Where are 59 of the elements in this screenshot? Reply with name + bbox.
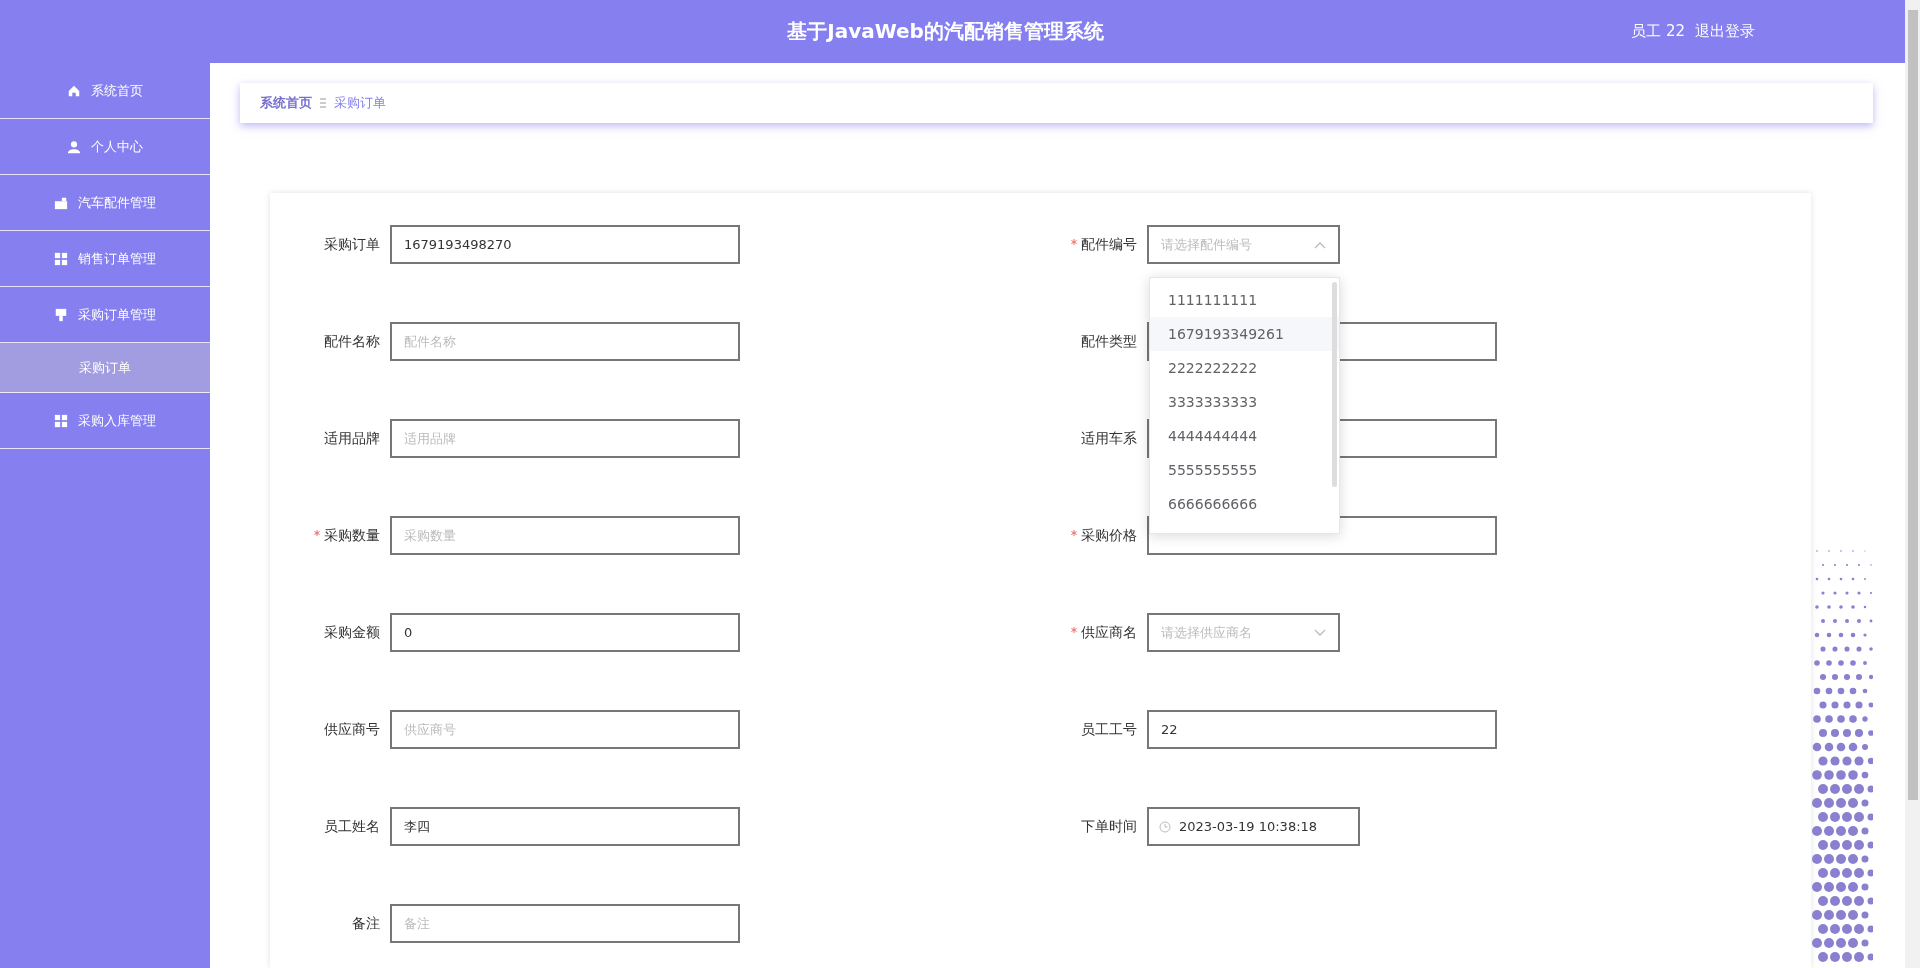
dropdown-option[interactable]: 5555555555 — [1150, 453, 1339, 487]
breadcrumb-link[interactable]: 系统首页 — [260, 94, 312, 112]
app-title: 基于JavaWeb的汽配销售管理系统 — [786, 18, 1105, 45]
dropdown-option[interactable]: 2222222222 — [1150, 351, 1339, 385]
separator-icon — [320, 98, 326, 108]
field-label: 配件类型 — [1080, 332, 1138, 351]
scrollbar[interactable] — [1332, 282, 1337, 487]
dropdown-option[interactable]: 6666666666 — [1150, 487, 1339, 521]
input-field[interactable]: 适用品牌 — [390, 419, 740, 458]
dropdown-option[interactable]: 1111111111 — [1150, 283, 1339, 317]
field-label: 采购订单 — [323, 235, 381, 254]
input-field[interactable]: 配件名称 — [390, 322, 740, 361]
field-label: 员工姓名 — [323, 817, 381, 836]
chevron-icon — [1314, 240, 1326, 249]
input-field[interactable]: 0 — [390, 613, 740, 652]
dropdown-option[interactable]: 3333333333 — [1150, 385, 1339, 419]
field-label: 采购金额 — [323, 623, 381, 642]
sidebar-item[interactable]: 汽车配件管理 — [0, 175, 210, 231]
field-label: 适用车系 — [1080, 429, 1138, 448]
sidebar-item[interactable]: 系统首页 — [0, 63, 210, 119]
field-label: 配件名称 — [323, 332, 381, 351]
input-field[interactable]: 供应商号 — [390, 710, 740, 749]
field-label: 采购价格 — [1027, 516, 1147, 555]
input-field[interactable]: 22 — [1147, 710, 1497, 749]
wallet-icon — [54, 195, 68, 210]
user-name: 员工 22 — [1631, 22, 1685, 41]
dropdown-option[interactable]: 4444444444 — [1150, 419, 1339, 453]
field-label: 备注 — [351, 914, 381, 933]
field-label: 适用品牌 — [323, 429, 381, 448]
user-icon — [67, 139, 81, 154]
date-value: 2023-03-19 10:38:18 — [1179, 819, 1318, 834]
field-label: 供应商名 — [1027, 613, 1147, 652]
brush-icon — [54, 307, 68, 322]
field-label: 供应商号 — [323, 720, 381, 739]
input-field[interactable]: 备注 — [390, 904, 740, 943]
chevron-icon — [1314, 628, 1326, 637]
scrollbar[interactable] — [1905, 0, 1920, 968]
required-asterisk-icon — [314, 530, 320, 536]
input-field[interactable]: 采购数量 — [390, 516, 740, 555]
sidebar-item[interactable]: 销售订单管理 — [0, 231, 210, 287]
logout-link[interactable]: 退出登录 — [1695, 22, 1755, 41]
sidebar-item[interactable]: 采购入库管理 — [0, 393, 210, 449]
required-asterisk-icon — [1071, 627, 1077, 633]
clock-icon — [1159, 820, 1171, 833]
input-field[interactable]: 李四 — [390, 807, 740, 846]
date-field[interactable]: 2023-03-19 10:38:18 — [1147, 807, 1360, 846]
required-asterisk-icon — [1071, 239, 1077, 245]
grid-icon — [54, 251, 68, 266]
sidebar-item[interactable]: 个人中心 — [0, 119, 210, 175]
breadcrumb-link[interactable]: 采购订单 — [334, 94, 386, 112]
grid-icon — [54, 413, 68, 428]
home-icon — [67, 83, 81, 98]
dropdown-option[interactable]: 1679193349261 — [1150, 317, 1339, 351]
field-label: 员工工号 — [1080, 720, 1138, 739]
input-field[interactable]: 1679193498270 — [390, 225, 740, 264]
field-label: 采购数量 — [270, 516, 390, 555]
field-label: 下单时间 — [1080, 817, 1138, 836]
field-label: 配件编号 — [1027, 225, 1147, 264]
required-asterisk-icon — [1071, 530, 1077, 536]
